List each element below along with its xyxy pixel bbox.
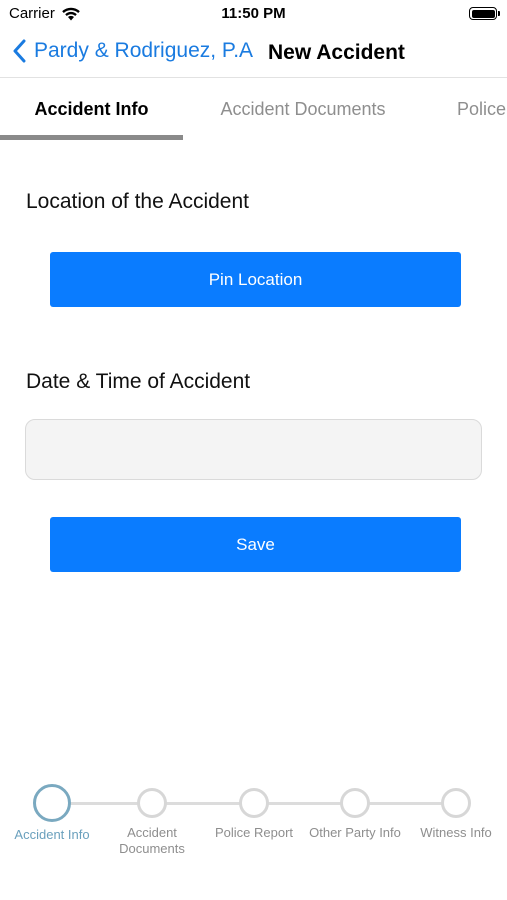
step-witness-info[interactable]: Witness Info: [406, 780, 506, 841]
navigation-bar: Pardy & Rodriguez, P.A New Accident: [0, 30, 507, 78]
status-bar: Carrier 11:50 PM: [0, 0, 507, 30]
step-label: Witness Info: [420, 825, 492, 840]
step-accident-info[interactable]: Accident Info: [2, 780, 102, 843]
step-label: Police Report: [214, 825, 294, 840]
tab-label: Accident Info: [34, 98, 149, 119]
step-label: Other Party Info: [309, 825, 401, 840]
date-time-field[interactable]: [25, 419, 482, 480]
back-button[interactable]: Pardy & Rodriguez, P.A: [12, 39, 253, 63]
progress-stepper: Accident Info Accident Documents Police …: [0, 780, 507, 870]
step-circle: [441, 788, 471, 818]
tab-bar: Accident Info Accident Documents Police: [0, 79, 507, 141]
step-circle: [340, 788, 370, 818]
step-other-party-info[interactable]: Other Party Info: [305, 780, 405, 841]
step-police-report[interactable]: Police Report: [204, 780, 304, 841]
step-label: Accident Info: [14, 827, 90, 842]
date-time-section-label: Date & Time of Accident: [26, 370, 251, 393]
clock: 11:50 PM: [221, 5, 286, 22]
step-circle: [239, 788, 269, 818]
pin-location-button[interactable]: Pin Location: [50, 252, 461, 307]
chevron-left-icon: [13, 39, 26, 63]
page-title: New Accident: [268, 41, 405, 64]
step-circle: [33, 784, 71, 822]
tab-accident-info[interactable]: Accident Info: [0, 79, 183, 139]
selected-tab-indicator: [0, 135, 183, 140]
tab-accident-documents[interactable]: Accident Documents: [183, 79, 423, 139]
location-section-label: Location of the Accident: [26, 190, 249, 213]
tab-police[interactable]: Police: [423, 79, 507, 139]
step-circle: [137, 788, 167, 818]
save-button[interactable]: Save: [50, 517, 461, 572]
tab-label: Accident Documents: [220, 98, 386, 119]
back-button-label: Pardy & Rodriguez, P.A: [34, 39, 254, 62]
tab-label: Police: [457, 98, 507, 119]
step-accident-documents[interactable]: Accident Documents: [102, 780, 202, 857]
battery-icon: [469, 7, 500, 20]
step-label: Accident Documents: [119, 825, 185, 856]
